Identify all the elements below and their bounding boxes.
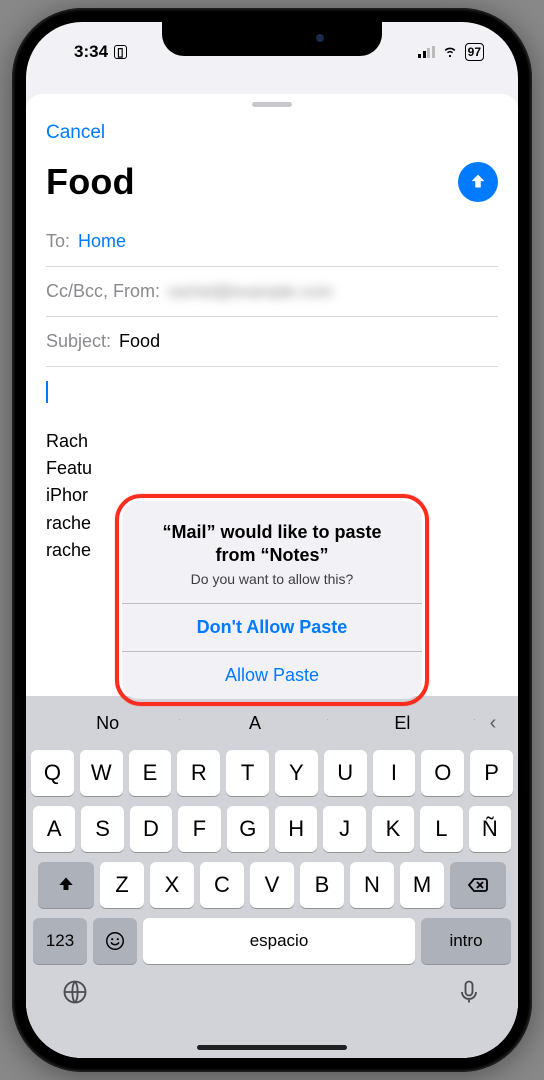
- mic-icon: [455, 978, 483, 1006]
- compose-title: Food: [46, 161, 135, 203]
- return-key[interactable]: intro: [421, 918, 511, 964]
- sheet-grabber[interactable]: [252, 102, 292, 107]
- from-value-redacted: rachel@example.com: [168, 282, 333, 302]
- key-m[interactable]: M: [400, 862, 444, 908]
- suggestion-3[interactable]: El: [330, 713, 475, 734]
- dont-allow-button[interactable]: Don't Allow Paste: [122, 603, 422, 651]
- phone-frame: 3:34 ▯ 97 Cancel Food: [12, 8, 532, 1072]
- highlight-annotation: “Mail” would like to paste from “Notes” …: [115, 494, 429, 707]
- emoji-key[interactable]: [93, 918, 137, 964]
- notch: [162, 22, 382, 56]
- subject-value: Food: [119, 331, 160, 352]
- key-z[interactable]: Z: [100, 862, 144, 908]
- key-a[interactable]: A: [33, 806, 75, 852]
- backspace-icon: [466, 873, 490, 897]
- key-y[interactable]: Y: [275, 750, 318, 796]
- key-row-3: Z X C V B N M: [31, 862, 513, 908]
- navbar: Cancel: [26, 111, 518, 155]
- key-t[interactable]: T: [226, 750, 269, 796]
- key-enye[interactable]: Ñ: [469, 806, 511, 852]
- globe-icon: [61, 978, 89, 1006]
- numbers-key[interactable]: 123: [33, 918, 87, 964]
- key-q[interactable]: Q: [31, 750, 74, 796]
- key-w[interactable]: W: [80, 750, 123, 796]
- key-row-2: A S D F G H J K L Ñ: [31, 806, 513, 852]
- dictation-key[interactable]: [455, 978, 483, 1011]
- key-u[interactable]: U: [324, 750, 367, 796]
- subject-label: Subject:: [46, 331, 111, 352]
- orientation-lock-icon: ▯: [114, 45, 127, 59]
- shift-key[interactable]: [38, 862, 94, 908]
- paste-permission-alert: “Mail” would like to paste from “Notes” …: [122, 501, 422, 700]
- key-row-4: 123 espacio intro: [31, 918, 513, 972]
- chevron-left-icon[interactable]: ‹: [477, 712, 509, 735]
- to-value: Home: [78, 231, 126, 252]
- key-b[interactable]: B: [300, 862, 344, 908]
- cc-label: Cc/Bcc, From:: [46, 281, 160, 302]
- allow-button[interactable]: Allow Paste: [122, 651, 422, 699]
- key-h[interactable]: H: [275, 806, 317, 852]
- shift-icon: [56, 875, 76, 895]
- key-o[interactable]: O: [421, 750, 464, 796]
- delete-key[interactable]: [450, 862, 506, 908]
- cc-from-field[interactable]: Cc/Bcc, From: rachel@example.com: [46, 267, 498, 317]
- key-f[interactable]: F: [178, 806, 220, 852]
- suggestion-2[interactable]: A: [182, 713, 327, 734]
- space-key[interactable]: espacio: [143, 918, 415, 964]
- key-g[interactable]: G: [227, 806, 269, 852]
- cancel-button[interactable]: Cancel: [46, 122, 105, 144]
- key-p[interactable]: P: [470, 750, 513, 796]
- suggestion-bar: No A El ‹: [31, 704, 513, 750]
- to-label: To:: [46, 231, 70, 252]
- key-l[interactable]: L: [420, 806, 462, 852]
- key-row-1: Q W E R T Y U I O P: [31, 750, 513, 796]
- alert-message: Do you want to allow this?: [144, 571, 400, 587]
- key-i[interactable]: I: [373, 750, 416, 796]
- to-field[interactable]: To: Home: [46, 217, 498, 267]
- arrow-up-icon: [467, 171, 489, 193]
- key-v[interactable]: V: [250, 862, 294, 908]
- alert-title: “Mail” would like to paste from “Notes”: [144, 521, 400, 568]
- key-d[interactable]: D: [130, 806, 172, 852]
- battery-icon: 97: [465, 43, 484, 61]
- key-j[interactable]: J: [323, 806, 365, 852]
- key-s[interactable]: S: [81, 806, 123, 852]
- text-cursor: [46, 381, 48, 403]
- suggestion-1[interactable]: No: [35, 713, 180, 734]
- globe-key[interactable]: [61, 978, 89, 1011]
- cellular-signal-icon: [418, 46, 435, 58]
- screen: 3:34 ▯ 97 Cancel Food: [26, 22, 518, 1058]
- emoji-icon: [104, 930, 126, 952]
- key-n[interactable]: N: [350, 862, 394, 908]
- key-k[interactable]: K: [372, 806, 414, 852]
- key-e[interactable]: E: [129, 750, 172, 796]
- key-x[interactable]: X: [150, 862, 194, 908]
- send-button[interactable]: [458, 162, 498, 202]
- status-time: 3:34: [74, 42, 108, 62]
- keyboard: No A El ‹ Q W E R T Y U I O P A S D: [26, 696, 518, 1058]
- wifi-icon: [441, 41, 459, 64]
- subject-field[interactable]: Subject: Food: [46, 317, 498, 367]
- key-c[interactable]: C: [200, 862, 244, 908]
- home-indicator[interactable]: [197, 1045, 347, 1050]
- key-r[interactable]: R: [177, 750, 220, 796]
